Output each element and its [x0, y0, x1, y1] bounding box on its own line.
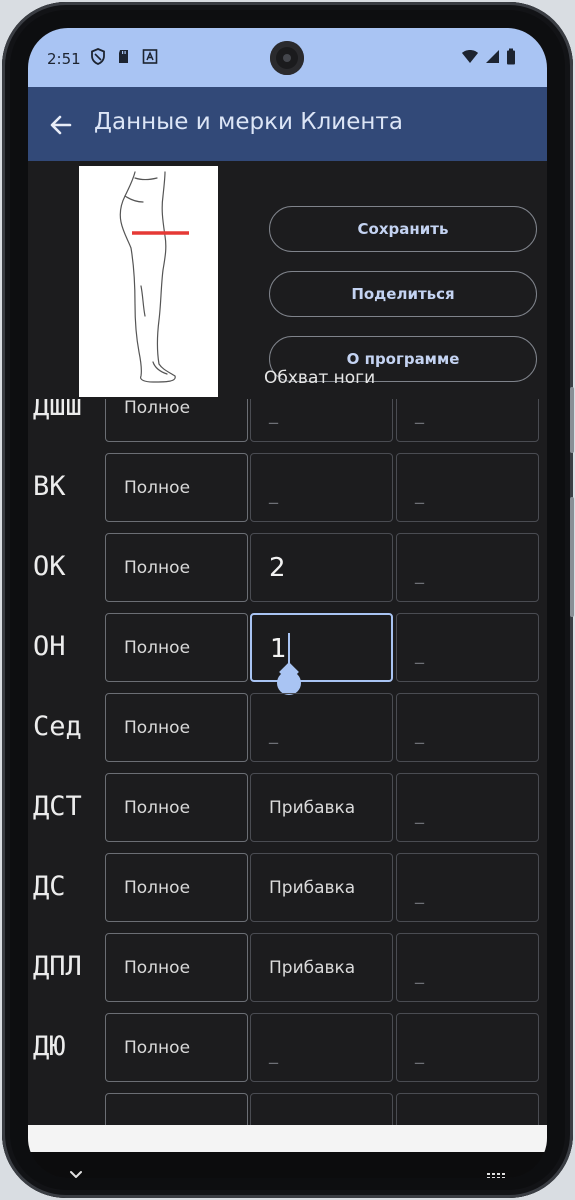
row-label: ДС: [33, 871, 66, 902]
row-label: ДСТ: [33, 791, 82, 822]
extra-field[interactable]: _: [396, 853, 539, 922]
extra-field[interactable]: _: [396, 399, 539, 442]
full-value-field[interactable]: Полное: [105, 853, 248, 922]
row-label: ДПЛ: [33, 951, 82, 982]
navigation-bar: [28, 1152, 547, 1178]
text-cursor: [288, 633, 290, 663]
app-bar: Данные и мерки Клиента: [28, 87, 547, 161]
table-row: ОК Полное 2 _: [28, 533, 547, 603]
full-value-field[interactable]: Полное: [105, 533, 248, 602]
allowance-field[interactable]: Прибавка: [250, 933, 393, 1002]
full-value-field[interactable]: Полное: [105, 693, 248, 762]
full-value-field[interactable]: Полное: [105, 933, 248, 1002]
extra-field[interactable]: _: [396, 613, 539, 682]
allowance-field-focused[interactable]: 1: [250, 613, 393, 695]
allowance-field[interactable]: _: [250, 693, 393, 762]
page-title: Данные и мерки Клиента: [94, 109, 403, 135]
measurement-figure-image: [79, 166, 218, 397]
row-label: ДЮ: [33, 1031, 66, 1062]
power-button: [570, 387, 574, 453]
arrow-left-icon[interactable]: [48, 112, 74, 138]
table-row: ДШШ Полное _ _: [28, 399, 547, 443]
allowance-field[interactable]: [250, 1093, 393, 1125]
allowance-field[interactable]: Прибавка: [250, 853, 393, 922]
allowance-field[interactable]: Прибавка: [250, 773, 393, 842]
phone-frame: 2:51 Данные и мерки Клиента Сохранить По…: [2, 2, 574, 1198]
figure-caption: Обхват ноги: [264, 368, 376, 388]
wifi-icon: [462, 50, 478, 63]
cellular-signal-icon: [486, 50, 499, 63]
table-row: Сед Полное _ _: [28, 693, 547, 763]
row-label: ОК: [33, 551, 66, 582]
full-value-field[interactable]: Полное: [105, 613, 248, 682]
screen: 2:51 Данные и мерки Клиента Сохранить По…: [28, 28, 547, 1178]
full-value-field[interactable]: Полное: [105, 773, 248, 842]
table-row: ДС Полное Прибавка _: [28, 853, 547, 923]
table-row: ВК Полное _ _: [28, 453, 547, 523]
extra-field[interactable]: _: [396, 933, 539, 1002]
extra-field[interactable]: _: [396, 533, 539, 602]
full-value-field[interactable]: Полное: [105, 453, 248, 522]
status-bar: 2:51: [28, 28, 547, 87]
font-a-icon: [142, 49, 158, 64]
allowance-field[interactable]: _: [250, 453, 393, 522]
keyboard-top-edge: [28, 1125, 547, 1152]
full-value-field[interactable]: [105, 1093, 248, 1125]
save-button[interactable]: Сохранить: [269, 206, 537, 252]
table-row: ДПЛ Полное Прибавка _: [28, 933, 547, 1003]
table-row-partial: [28, 1093, 547, 1125]
shield-icon: [91, 48, 105, 65]
row-label: ДШШ: [33, 399, 82, 422]
extra-field[interactable]: [396, 1093, 539, 1125]
extra-field[interactable]: _: [396, 1013, 539, 1082]
text-selection-handle[interactable]: [277, 671, 301, 695]
row-label: ВК: [33, 471, 66, 502]
battery-icon: [507, 48, 515, 65]
share-button[interactable]: Поделиться: [269, 271, 537, 317]
row-label: ОН: [33, 631, 66, 662]
measurements-table: ДШШ Полное _ _ ВК Полное _ _ ОК Полное 2: [28, 399, 547, 1125]
sd-card-icon: [119, 50, 128, 63]
allowance-field[interactable]: _: [250, 1013, 393, 1082]
front-camera: [270, 41, 304, 75]
status-time: 2:51: [47, 50, 81, 68]
content-area: Сохранить Поделиться О программе Обхват …: [28, 161, 547, 1125]
row-label: Сед: [33, 711, 82, 742]
extra-field[interactable]: _: [396, 453, 539, 522]
extra-field[interactable]: _: [396, 693, 539, 762]
full-value-field[interactable]: Полное: [105, 1013, 248, 1082]
chevron-down-icon[interactable]: [68, 1167, 84, 1178]
table-row: ОН Полное 1 _: [28, 613, 547, 695]
leg-silhouette-illustration: [119, 171, 189, 383]
allowance-field[interactable]: _: [250, 399, 393, 442]
table-row: ДСТ Полное Прибавка _: [28, 773, 547, 843]
full-value-field[interactable]: Полное: [105, 399, 248, 442]
allowance-field[interactable]: 2: [250, 533, 393, 602]
extra-field[interactable]: _: [396, 773, 539, 842]
keyboard-icon[interactable]: [486, 1172, 506, 1178]
table-row: ДЮ Полное _ _: [28, 1013, 547, 1083]
volume-button: [570, 497, 574, 617]
